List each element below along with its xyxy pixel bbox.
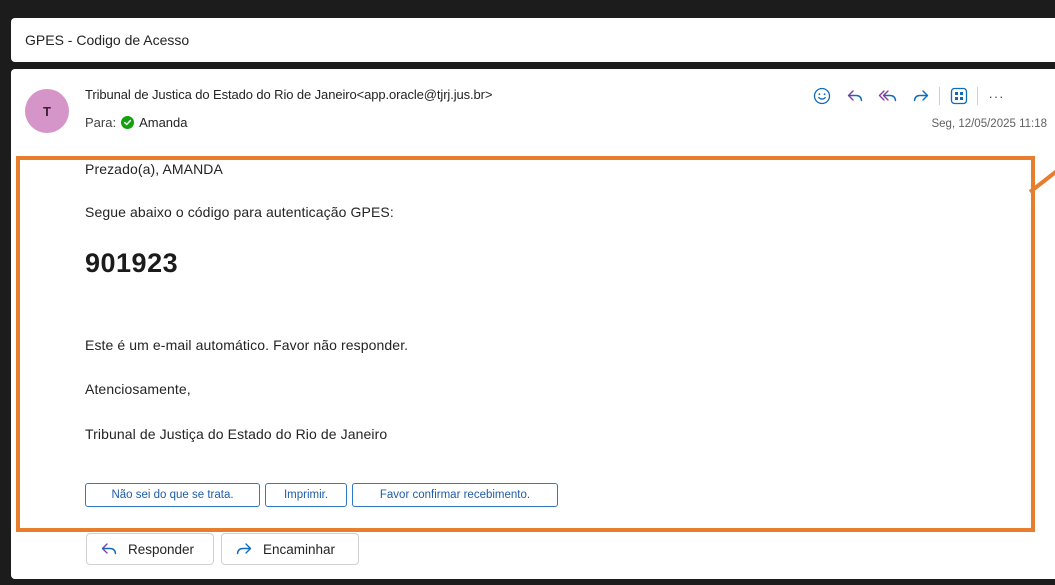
suggested-reply-button[interactable]: Favor confirmar recebimento. [352, 483, 558, 507]
apps-icon[interactable] [942, 85, 975, 107]
subject-bar: GPES - Codigo de Acesso [11, 18, 1055, 62]
signature-text: Tribunal de Justiça do Estado do Rio de … [85, 426, 388, 442]
toolbar-divider [939, 87, 940, 105]
check-icon [121, 116, 135, 129]
intro-text: Segue abaixo o código para autenticação … [85, 204, 394, 220]
toolbar-divider [977, 87, 978, 105]
forward-label: Encaminhar [263, 541, 336, 557]
forward-icon [236, 543, 252, 555]
suggested-reply-button[interactable]: Imprimir. [265, 483, 347, 507]
forward-button[interactable]: Encaminhar [221, 533, 359, 565]
recipient-name[interactable]: Amanda [139, 115, 187, 130]
more-icon[interactable]: ··· [980, 85, 1013, 107]
greeting-text: Prezado(a), AMANDA [85, 161, 223, 177]
sender-name[interactable]: Tribunal de Justica do Estado do Rio de … [85, 87, 493, 102]
email-subject: GPES - Codigo de Acesso [25, 32, 190, 48]
forward-icon[interactable] [904, 85, 937, 107]
suggested-reply-button[interactable]: Não sei do que se trata. [85, 483, 260, 507]
reply-icon [101, 543, 117, 555]
message-actions: ··· [805, 85, 1013, 107]
reply-icon[interactable] [838, 85, 871, 107]
reply-all-icon[interactable] [871, 85, 904, 107]
email-date: Seg, 12/05/2025 11:18 [931, 118, 1047, 130]
closing-text: Atenciosamente, [85, 381, 191, 397]
notice-text: Este é um e-mail automático. Favor não r… [85, 337, 409, 353]
auth-code: 901923 [85, 248, 179, 278]
smiley-icon[interactable] [805, 85, 838, 107]
reply-button[interactable]: Responder [86, 533, 214, 565]
reply-label: Responder [128, 541, 195, 557]
sender-avatar[interactable]: T [25, 89, 69, 133]
avatar-initial: T [43, 103, 51, 119]
more-glyph: ··· [988, 88, 1005, 104]
recipient-line: Para: Amanda [85, 115, 188, 130]
to-label: Para: [85, 115, 117, 130]
